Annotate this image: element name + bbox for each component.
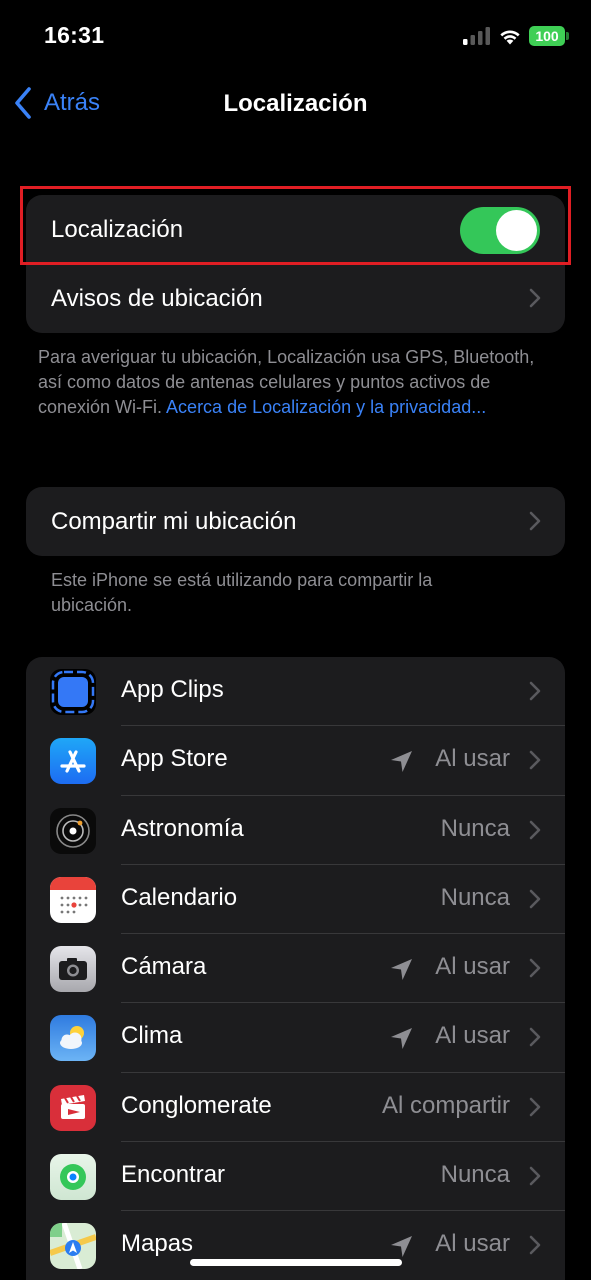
chevron-right-icon <box>529 1097 541 1117</box>
status-bar: 16:31 100 <box>0 0 591 72</box>
privacy-link[interactable]: Acerca de Localización y la privacidad..… <box>166 397 486 417</box>
app-row[interactable]: Mapas Al usar <box>26 1211 565 1280</box>
chevron-right-icon <box>529 1027 541 1047</box>
location-arrow-icon <box>389 956 415 982</box>
astronomy-icon <box>50 807 96 854</box>
location-arrow-icon <box>389 1025 415 1051</box>
app-name: Conglomerate <box>121 1091 272 1119</box>
location-services-label: Localización <box>51 215 184 243</box>
share-footnote: Este iPhone se está utilizando para comp… <box>51 570 433 615</box>
app-name: App Store <box>121 745 228 773</box>
location-alerts-row[interactable]: Avisos de ubicación <box>26 264 565 333</box>
location-footnote: Para averiguar tu ubicación, Localizació… <box>38 345 538 420</box>
home-indicator <box>190 1259 402 1266</box>
navigation-bar: Atrás Localización <box>0 72 591 138</box>
app-row[interactable]: Calendario Nunca <box>26 865 565 935</box>
app-name: Astronomía <box>121 814 244 842</box>
app-name: Calendario <box>121 883 238 911</box>
location-permission-value: Al usar <box>435 745 510 773</box>
share-location-label: Compartir mi ubicación <box>51 507 297 535</box>
find-my-icon <box>50 1154 96 1201</box>
location-arrow-icon <box>389 1233 415 1259</box>
apps-list: App Clips App Store Al usar Astronomía Nunca… <box>26 657 565 1280</box>
location-permission-value: Nunca <box>440 814 510 842</box>
status-time: 16:31 <box>44 22 105 48</box>
chevron-right-icon <box>529 958 541 978</box>
wifi-icon <box>500 30 520 45</box>
camera-icon <box>50 946 96 993</box>
app-row[interactable]: Cámara Al usar <box>26 934 565 1004</box>
location-alerts-label: Avisos de ubicación <box>51 284 263 312</box>
app-store-icon <box>50 738 96 785</box>
maps-icon <box>50 1223 96 1270</box>
location-services-toggle[interactable] <box>460 207 540 254</box>
chevron-right-icon <box>529 1235 541 1255</box>
location-services-row: Localización <box>26 195 565 264</box>
app-row[interactable]: Encontrar Nunca <box>26 1142 565 1212</box>
app-name: Clima <box>121 1022 183 1050</box>
app-row[interactable]: App Clips <box>26 657 565 727</box>
battery-level: 100 <box>529 26 565 46</box>
chevron-right-icon <box>529 1166 541 1186</box>
chevron-right-icon <box>529 750 541 770</box>
share-location-group: Compartir mi ubicación <box>26 487 565 556</box>
cellular-signal-icon <box>463 27 490 45</box>
location-permission-value: Nunca <box>440 1161 510 1189</box>
location-permission-value: Al usar <box>435 953 510 981</box>
location-permission-value: Nunca <box>440 883 510 911</box>
location-settings-group: Localización Avisos de ubicación <box>26 195 565 333</box>
app-row[interactable]: Clima Al usar <box>26 1003 565 1073</box>
page-title: Localización <box>223 90 368 117</box>
location-arrow-icon <box>389 748 415 774</box>
battery-icon: 100 <box>529 26 569 46</box>
app-name: Cámara <box>121 953 207 981</box>
app-name: App Clips <box>121 676 224 703</box>
chevron-right-icon <box>529 889 541 909</box>
weather-icon <box>50 1015 96 1062</box>
app-row[interactable]: Astronomía Nunca <box>26 796 565 865</box>
chevron-right-icon <box>529 288 541 308</box>
app-clips-icon <box>50 669 96 715</box>
chevron-right-icon <box>529 511 541 531</box>
calendar-icon <box>50 876 96 923</box>
app-row[interactable]: Conglomerate Al compartir <box>26 1073 565 1143</box>
chevron-right-icon <box>529 681 541 701</box>
location-permission-value: Al usar <box>435 1022 510 1050</box>
share-location-row[interactable]: Compartir mi ubicación <box>26 487 565 556</box>
location-permission-value: Al usar <box>435 1230 510 1258</box>
app-name: Encontrar <box>121 1161 226 1189</box>
app-row[interactable]: App Store Al usar <box>26 726 565 796</box>
chevron-right-icon <box>529 820 541 840</box>
location-permission-value: Al compartir <box>381 1091 510 1119</box>
conglomerate-icon <box>50 1084 96 1131</box>
app-name: Mapas <box>121 1230 194 1258</box>
